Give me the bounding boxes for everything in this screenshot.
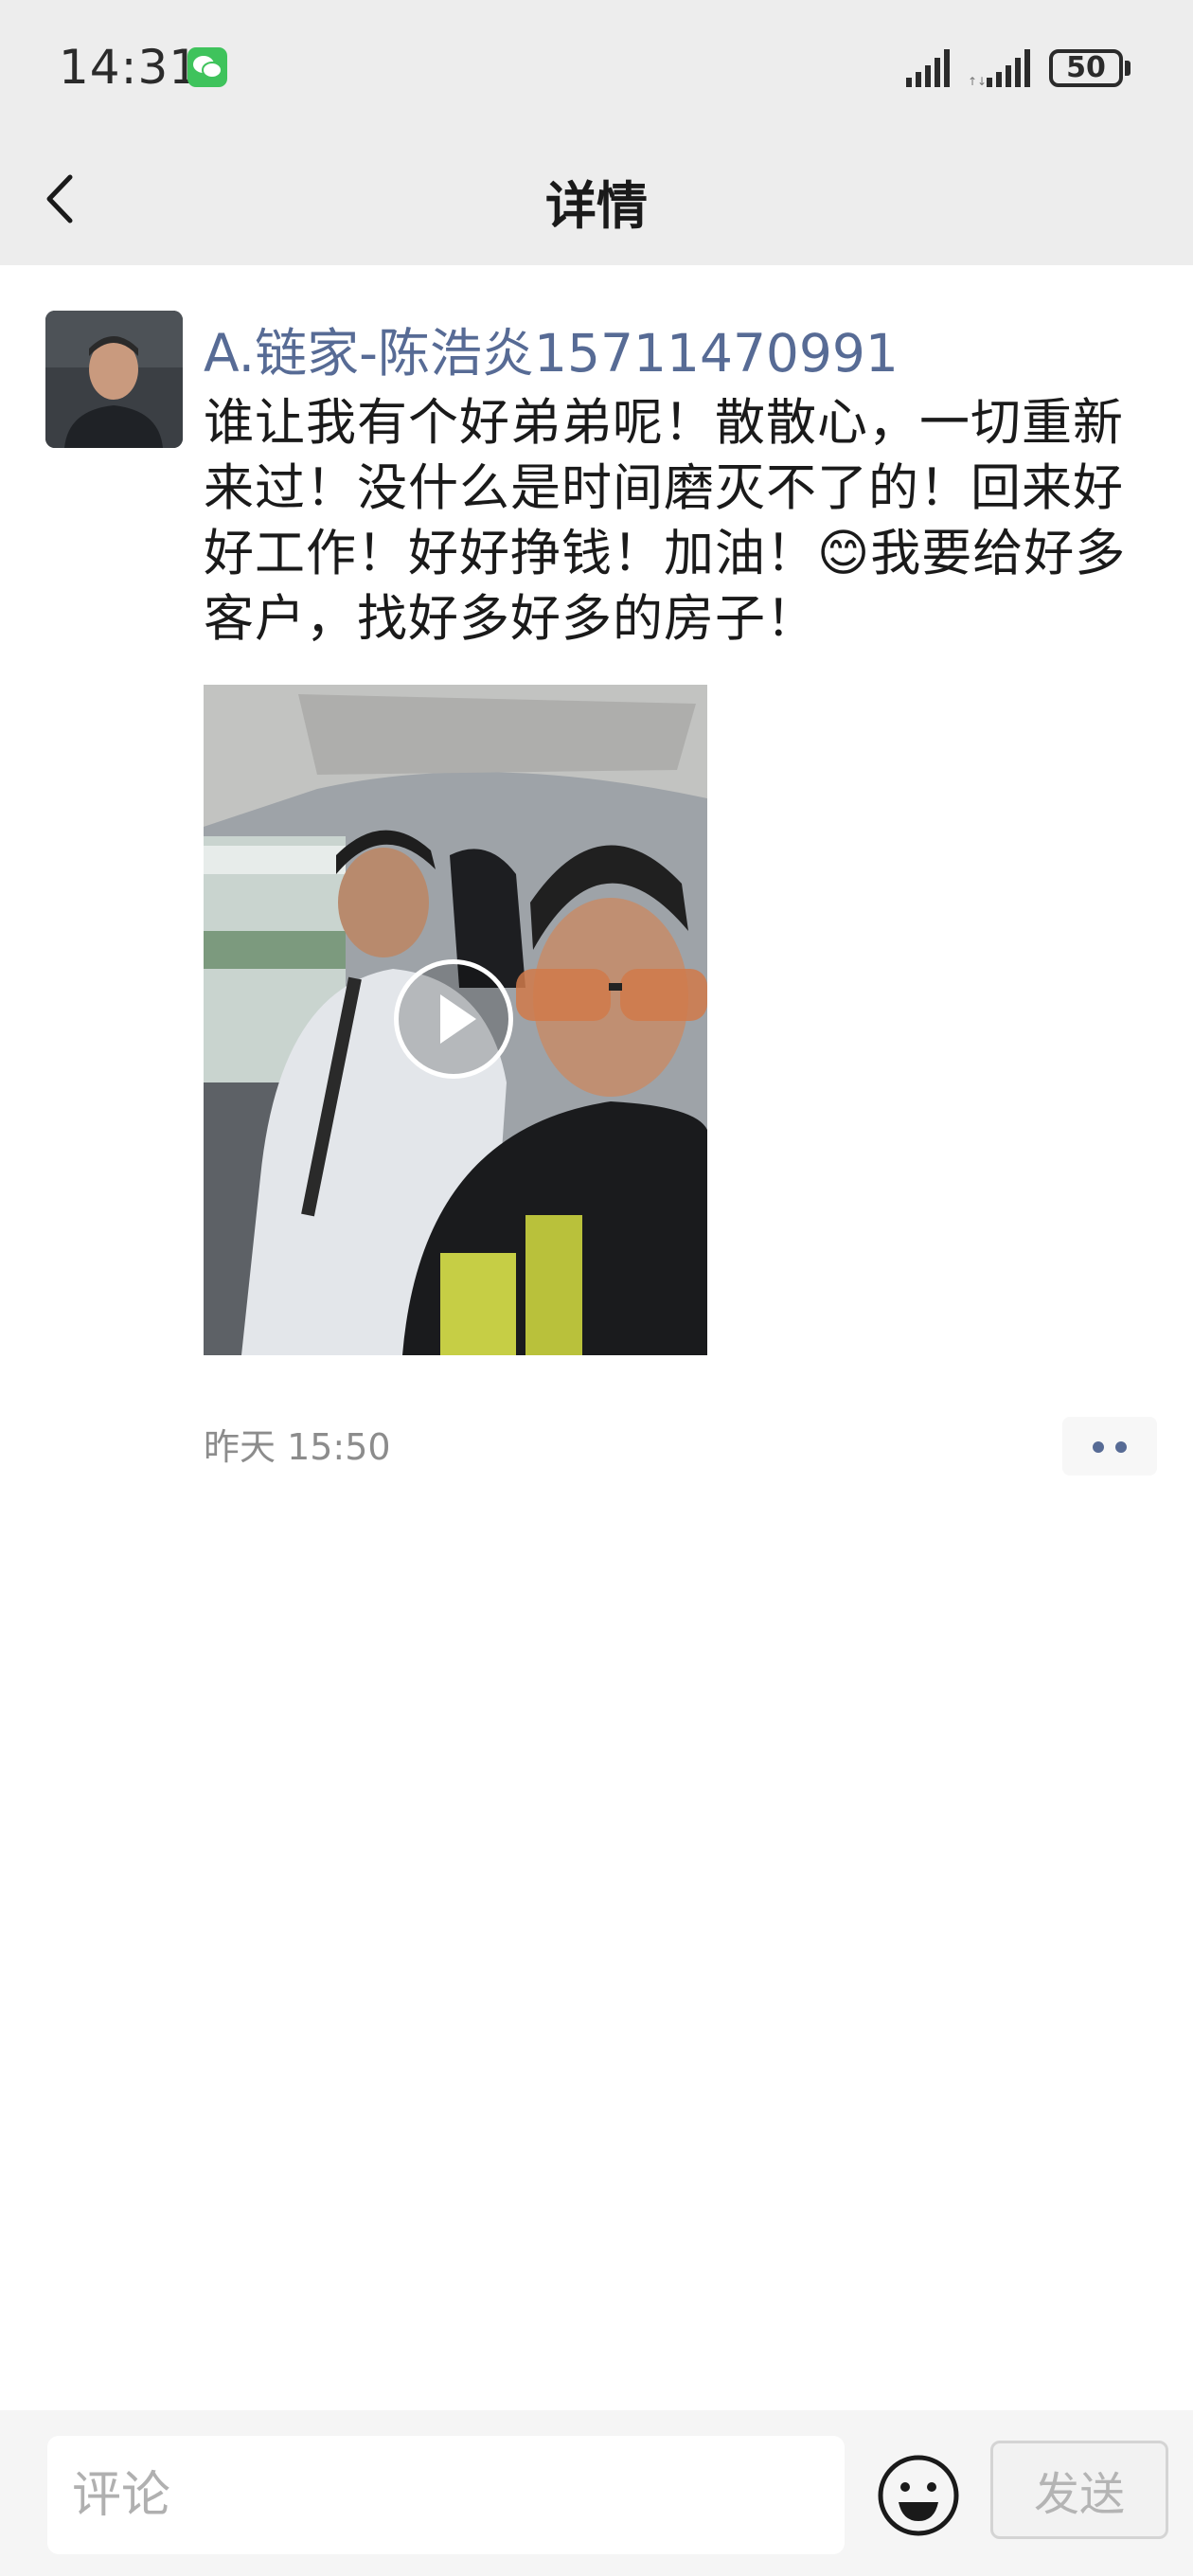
svg-text:↑↓: ↑↓ (968, 75, 987, 87)
signal-icon-secondary: ↑↓ (968, 49, 1030, 87)
post-text: 谁让我有个好弟弟呢！散散心，一切重新来过！没什么是时间磨灭不了的！回来好好工作！… (204, 390, 1141, 652)
more-actions-button[interactable] (1062, 1417, 1157, 1476)
send-button[interactable]: 发送 (990, 2441, 1168, 2539)
play-button[interactable] (394, 959, 513, 1079)
comment-input[interactable] (47, 2436, 845, 2554)
emoji-icon[interactable] (876, 2453, 961, 2538)
page-title: 详情 (545, 176, 648, 236)
author-name[interactable]: A.链家-陈浩炎15711470991 (204, 311, 899, 386)
post-timestamp: 昨天 15:50 (204, 1426, 391, 1468)
more-dot-icon (1115, 1441, 1127, 1453)
status-bar: 14:31 ↑↓ 50 (0, 0, 1193, 137)
battery-icon: 50 (1049, 49, 1123, 87)
signal-icon (906, 49, 950, 87)
smile-emoji: 😊 (817, 525, 871, 582)
nav-bar: 详情 (0, 137, 1193, 265)
wechat-icon (187, 47, 227, 87)
status-time: 14:31 (59, 40, 201, 95)
comment-bar: 发送 (0, 2410, 1193, 2576)
battery-level: 50 (1066, 51, 1106, 84)
more-dot-icon (1093, 1441, 1104, 1453)
play-icon (440, 994, 476, 1044)
battery-cap (1125, 61, 1131, 76)
video-thumbnail[interactable] (204, 685, 707, 1355)
avatar[interactable] (45, 311, 183, 448)
